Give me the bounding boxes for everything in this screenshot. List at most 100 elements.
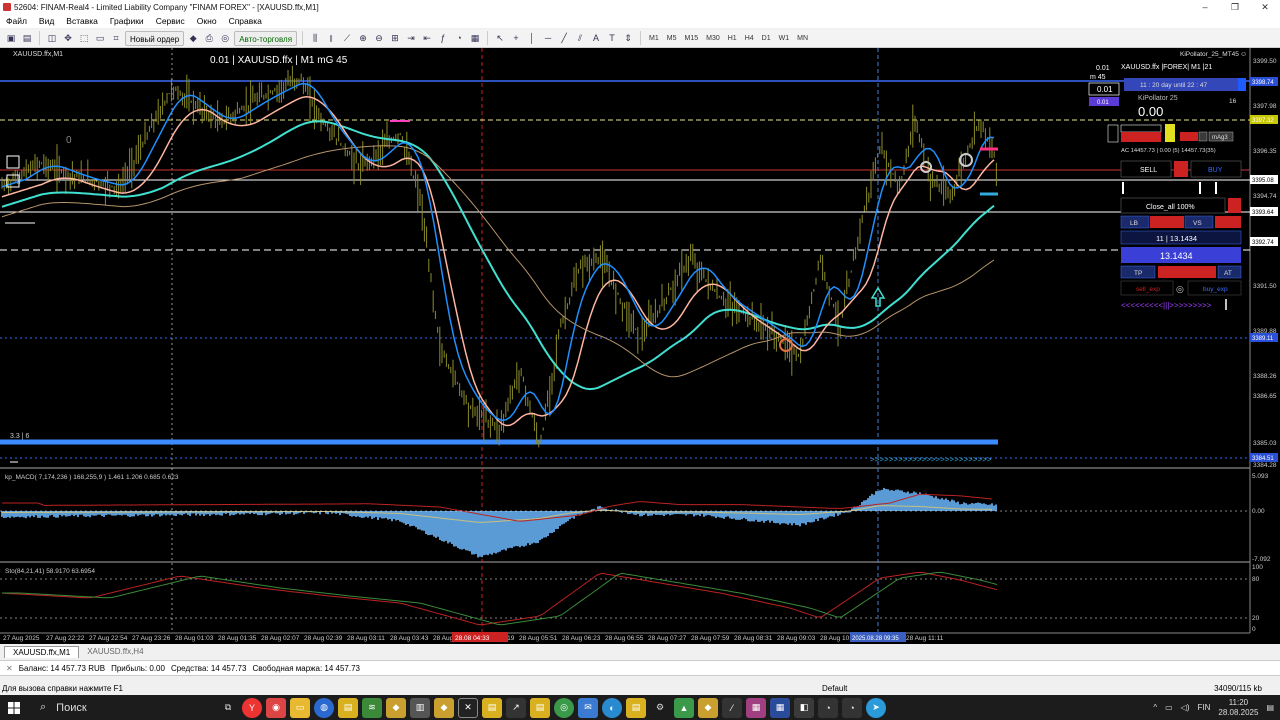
timeframe-mn[interactable]: MN [794,35,811,42]
arrows-icon[interactable]: ⇕ [621,31,635,45]
panel-red-toggle[interactable] [1158,266,1216,278]
text-icon[interactable]: A [589,31,603,45]
app-icon-red[interactable]: ◉ [266,697,286,718]
bar-chart-icon[interactable]: ⫼ [308,31,322,45]
panel-red-toggle[interactable] [1150,216,1184,228]
notes-icon[interactable]: ▤ [626,697,646,718]
chrome-blue-icon[interactable]: ◍ [314,697,334,718]
timeframe-h1[interactable]: H1 [725,35,740,42]
task-view-icon[interactable]: ⧉ [218,698,238,718]
navigator-icon[interactable]: ✥ [61,31,75,45]
periods-icon[interactable]: ◔ [452,31,466,45]
zoom-in-icon[interactable]: ⊕ [356,31,370,45]
terminal-app-icon[interactable]: ◆ [386,697,406,718]
menu-help[interactable]: Справка [229,16,262,26]
zoom-out-icon[interactable]: ⊖ [372,31,386,45]
channel-icon[interactable]: ⫽ [573,31,587,45]
vertical-line-icon[interactable]: │ [525,31,539,45]
terminal-app-icon[interactable]: ↗ [506,697,526,718]
panel-red-toggle[interactable] [1215,216,1241,228]
terminal-app-icon[interactable]: ≋ [362,697,382,718]
data-window-icon[interactable]: ⬚ [77,31,91,45]
tray-language[interactable]: FIN [1198,703,1211,712]
chart-canvas[interactable]: >>>>>>>>>>>>>>>>>>>>>>>>>> 0 3.3 | 6 XAU… [0,48,1280,644]
terminal-icon[interactable]: ▭ [93,31,107,45]
chrome-icon[interactable]: ◎ [554,697,574,718]
timeframe-w1[interactable]: W1 [776,35,793,42]
indicators-icon[interactable]: ƒ [436,31,450,45]
mail-icon[interactable]: ✉ [578,697,598,718]
maximize-button[interactable]: ❐ [1220,0,1250,14]
terminal-app-icon[interactable]: ◆ [434,697,454,718]
volume-icon[interactable]: ◁) [1181,703,1190,712]
taskbar-search[interactable]: ⌕ Поиск [32,695,212,720]
new-order-button[interactable]: Новый ордер [125,30,185,46]
horizontal-line-icon[interactable]: ─ [541,31,555,45]
panel-red-btn[interactable] [1180,132,1198,141]
terminal-app-icon[interactable]: ▤ [530,697,550,718]
panel-yellow-btn[interactable] [1165,124,1175,142]
windows-start-icon[interactable] [0,695,28,720]
auto-trading-button[interactable]: Авто-торговля [234,30,298,46]
terminal-app-icon[interactable]: ▦ [770,697,790,718]
close-icon[interactable]: ✕ [6,664,13,673]
menu-charts[interactable]: Графики [110,16,144,26]
explorer-icon[interactable]: ▭ [290,697,310,718]
terminal-app-icon[interactable]: ◔ [818,697,838,718]
terminal-app-icon[interactable]: ▦ [746,697,766,718]
market-watch-icon[interactable]: ◫ [45,31,59,45]
auto-scroll-icon[interactable]: ⇥ [404,31,418,45]
profiles-icon[interactable]: ▤ [20,31,34,45]
panel-y-btn[interactable] [1198,131,1208,142]
yandex-icon[interactable]: Y [242,697,262,718]
chart-window[interactable]: >>>>>>>>>>>>>>>>>>>>>>>>>> 0 3.3 | 6 XAU… [0,48,1280,644]
panel-countdown-btn[interactable] [1238,78,1246,91]
timeframe-d1[interactable]: D1 [759,35,774,42]
cursor-icon[interactable]: ↖ [493,31,507,45]
terminal-app-icon[interactable]: ▤ [338,697,358,718]
terminal-app-icon[interactable]: ◔ [842,697,862,718]
terminal-app-icon[interactable]: ⁄ [722,697,742,718]
settings-icon[interactable]: ◎ [1176,284,1184,294]
panel-input[interactable] [1120,124,1162,133]
signals-icon[interactable]: ◎ [218,31,232,45]
network-icon[interactable]: ▭ [1165,703,1173,712]
templates-icon[interactable]: ▦ [468,31,482,45]
status-profile[interactable]: Default [822,684,847,693]
telegram-icon[interactable]: ➤ [866,697,886,718]
tester-icon[interactable]: ⌗ [109,31,123,45]
crosshair-icon[interactable]: + [509,31,523,45]
tray-clock[interactable]: 11:20 28.08.2025 [1218,698,1258,718]
tab-xauusd-m1[interactable]: XAUUSD.ffx,M1 [4,646,80,658]
timeframe-h4[interactable]: H4 [742,35,757,42]
candlestick-icon[interactable]: ⫾ [324,31,338,45]
drive-icon[interactable]: ▲ [674,697,694,718]
line-chart-icon[interactable]: ⟋ [340,31,354,45]
trendline-icon[interactable]: ╱ [557,31,571,45]
terminal-app-icon[interactable]: ▥ [410,697,430,718]
tile-windows-icon[interactable]: ⊞ [388,31,402,45]
notification-icon[interactable]: ▤ [1266,703,1274,712]
timeframe-m1[interactable]: M1 [646,35,662,42]
terminal-app-icon[interactable]: ▤ [482,697,502,718]
label-icon[interactable]: T [605,31,619,45]
tray-arrow-icon[interactable]: ^ [1153,703,1157,712]
tab-xauusd-h4[interactable]: XAUUSD.ffx,H4 [79,646,151,658]
timeframe-m15[interactable]: M15 [682,35,702,42]
new-chart-icon[interactable]: ▣ [4,31,18,45]
terminal-app-icon[interactable]: ◧ [794,697,814,718]
print-icon[interactable]: ⎙ [202,31,216,45]
menu-tools[interactable]: Сервис [156,16,185,26]
timeframe-m5[interactable]: M5 [664,35,680,42]
panel-red-input[interactable] [1121,132,1161,142]
browser-icon[interactable]: ◐ [602,697,622,718]
close-button[interactable]: ✕ [1250,0,1280,14]
menu-view[interactable]: Вид [39,16,54,26]
panel-close-red[interactable] [1228,198,1241,213]
menu-file[interactable]: Файл [6,16,27,26]
terminal-app-icon[interactable]: ✕ [458,697,478,718]
panel-red-spread[interactable] [1174,161,1188,177]
chart-shift-icon[interactable]: ⇤ [420,31,434,45]
metaeditor-icon[interactable]: ◆ [186,31,200,45]
terminal-app-icon[interactable]: ◆ [698,697,718,718]
